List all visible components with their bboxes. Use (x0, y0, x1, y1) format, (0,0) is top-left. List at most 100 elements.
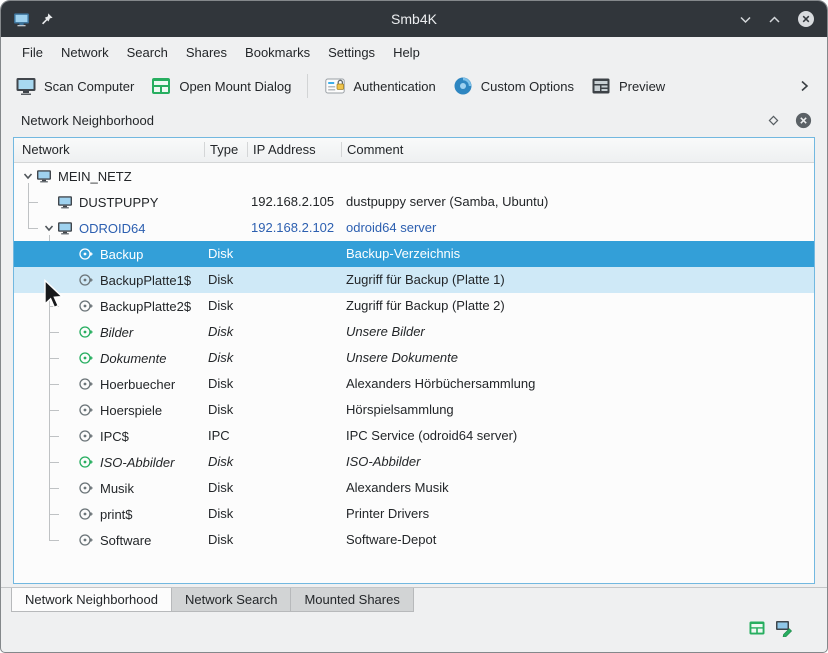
toolbar-label: Preview (619, 79, 665, 94)
tab-network-search[interactable]: Network Search (171, 588, 291, 612)
row-name: Dokumente (100, 351, 166, 366)
column-header-network[interactable]: Network (22, 138, 70, 162)
tree-row-musik[interactable]: MusikDiskAlexanders Musik (14, 475, 814, 501)
custom-options-icon (452, 75, 474, 97)
tree-row-dustpuppy[interactable]: DUSTPUPPY192.168.2.105dustpuppy server (… (14, 189, 814, 215)
row-type: Disk (208, 527, 233, 553)
expander-icon[interactable] (20, 168, 36, 184)
minimize-button[interactable] (739, 15, 752, 24)
tree-row-mein-netz[interactable]: MEIN_NETZ (14, 163, 814, 189)
menu-network[interactable]: Network (52, 40, 118, 65)
titlebar-left (13, 11, 391, 28)
titlebar-buttons (437, 10, 815, 28)
close-button[interactable] (797, 10, 815, 28)
expander-spacer (62, 350, 78, 366)
dock-header: Network Neighborhood (1, 105, 827, 135)
row-comment: Zugriff für Backup (Platte 2) (346, 293, 505, 319)
column-header-type[interactable]: Type (210, 138, 238, 162)
titlebar[interactable]: Smb4K (1, 1, 827, 37)
toolbar-button-open-mount-dialog[interactable]: Open Mount Dialog (150, 75, 291, 97)
dock-title: Network Neighborhood (21, 113, 752, 128)
tree-row-backupplatte2[interactable]: BackupPlatte2$DiskZugriff für Backup (Pl… (14, 293, 814, 319)
network-neighborhood-view: Network Type IP Address Comment MEIN_NETZDU… (13, 137, 815, 584)
expander-spacer (62, 402, 78, 418)
row-name: Hoerbuecher (100, 377, 175, 392)
toolbar: Scan Computer Open Mount Dialog Authentica… (1, 67, 827, 105)
tree-row-iso-abbilder[interactable]: ISO-AbbilderDiskISO-Abbilder (14, 449, 814, 475)
toolbar-items: Scan Computer Open Mount Dialog Authentica… (15, 74, 665, 98)
authentication-icon (324, 75, 346, 97)
toolbar-overflow-button[interactable] (797, 78, 813, 94)
dock-close-icon[interactable] (795, 112, 812, 129)
row-comment: Zugriff für Backup (Platte 1) (346, 267, 505, 293)
tree-row-hoerspiele[interactable]: HoerspieleDiskHörspielsammlung (14, 397, 814, 423)
share-icon (78, 272, 94, 288)
server-icon (57, 220, 73, 236)
row-name: Hoerspiele (100, 403, 162, 418)
tree-row-software[interactable]: SoftwareDiskSoftware-Depot (14, 527, 814, 553)
toolbar-button-scan-computer[interactable]: Scan Computer (15, 75, 134, 97)
row-name: Backup (100, 247, 143, 262)
float-icon[interactable] (768, 115, 779, 126)
share-mounted-icon (78, 350, 94, 366)
row-ip-address: 192.168.2.102 (251, 215, 334, 241)
pin-icon[interactable] (40, 12, 54, 26)
chevron-right-icon (797, 79, 811, 93)
expander-spacer (62, 454, 78, 470)
row-name: Software (100, 533, 151, 548)
tab-mounted-shares[interactable]: Mounted Shares (290, 588, 413, 612)
row-comment: Hörspielsammlung (346, 397, 454, 423)
row-name: ISO-Abbilder (100, 455, 174, 470)
share-icon (78, 480, 94, 496)
row-comment: Printer Drivers (346, 501, 429, 527)
row-comment: Unsere Bilder (346, 319, 425, 345)
row-name: print$ (100, 507, 133, 522)
preview-icon (590, 75, 612, 97)
row-comment: Backup-Verzeichnis (346, 241, 460, 267)
expander-spacer (41, 194, 57, 210)
menubar: FileNetworkSearchSharesBookmarksSettings… (1, 37, 827, 67)
app-icon (13, 11, 30, 28)
toolbar-button-custom-options[interactable]: Custom Options (452, 75, 574, 97)
tree-row-print[interactable]: print$DiskPrinter Drivers (14, 501, 814, 527)
menu-help[interactable]: Help (384, 40, 429, 65)
tree-row-hoerbuecher[interactable]: HoerbuecherDiskAlexanders Hörbüchersamml… (14, 371, 814, 397)
menu-file[interactable]: File (13, 40, 52, 65)
expander-spacer (62, 506, 78, 522)
tree-row-backupplatte1[interactable]: BackupPlatte1$DiskZugriff für Backup (Pl… (14, 267, 814, 293)
share-icon (78, 298, 94, 314)
expander-icon[interactable] (41, 220, 57, 236)
tree-row-ipc[interactable]: IPC$IPCIPC Service (odroid64 server) (14, 423, 814, 449)
expander-spacer (62, 324, 78, 340)
toolbar-button-authentication[interactable]: Authentication (324, 75, 435, 97)
share-icon (78, 506, 94, 522)
row-type: IPC (208, 423, 230, 449)
expander-spacer (62, 298, 78, 314)
tree-row-dokumente[interactable]: DokumenteDiskUnsere Dokumente (14, 345, 814, 371)
toolbar-label: Scan Computer (44, 79, 134, 94)
expander-spacer (62, 376, 78, 392)
maximize-button[interactable] (768, 15, 781, 24)
tree-row-bilder[interactable]: BilderDiskUnsere Bilder (14, 319, 814, 345)
smb4k-window: Smb4K FileNetworkSearchSharesBookmarksSe… (0, 0, 828, 653)
tab-network-neighborhood[interactable]: Network Neighborhood (11, 588, 172, 612)
menu-bookmarks[interactable]: Bookmarks (236, 40, 319, 65)
bottom-tabbar: Network NeighborhoodNetwork SearchMounte… (1, 587, 827, 612)
column-header-ip-address[interactable]: IP Address (253, 138, 316, 162)
menu-settings[interactable]: Settings (319, 40, 384, 65)
scan-computer-icon (15, 75, 37, 97)
menu-shares[interactable]: Shares (177, 40, 236, 65)
expander-spacer (62, 480, 78, 496)
row-type: Disk (208, 475, 233, 501)
column-header-comment[interactable]: Comment (347, 138, 403, 162)
toolbar-button-preview[interactable]: Preview (590, 75, 665, 97)
menu-search[interactable]: Search (118, 40, 177, 65)
server-icon (57, 194, 73, 210)
tree-row-odroid64[interactable]: ODROID64192.168.2.102odroid64 server (14, 215, 814, 241)
row-comment: IPC Service (odroid64 server) (346, 423, 517, 449)
header-separator (247, 142, 248, 157)
row-ip-address: 192.168.2.105 (251, 189, 334, 215)
tree-row-backup[interactable]: BackupDiskBackup-Verzeichnis (14, 241, 814, 267)
row-comment: odroid64 server (346, 215, 436, 241)
window-title: Smb4K (391, 11, 437, 27)
